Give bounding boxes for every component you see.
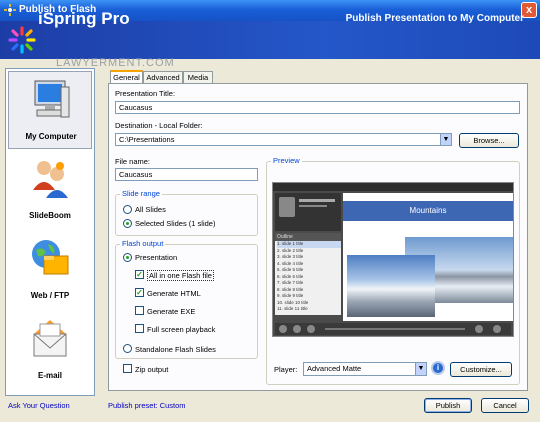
zip-output-label: Zip output [135, 365, 169, 374]
browse-button[interactable]: Browse... [459, 133, 519, 148]
fullscreen-icon[interactable] [493, 325, 501, 333]
slide-title: Mountains [409, 206, 447, 215]
generate-html-checkbox[interactable]: ✓ [135, 288, 144, 297]
cancel-button[interactable]: Cancel [481, 398, 529, 413]
destination-select[interactable]: C:\Presentations ▼ [115, 133, 452, 146]
player-preview: Outline 1. slide 1 title 2. slide 2 titl… [272, 182, 514, 337]
slide-range-title: Slide range [120, 189, 162, 198]
fullscreen-label: Full screen playback [147, 325, 216, 334]
tab-media[interactable]: Media [183, 71, 213, 83]
file-name-label: File name: [115, 157, 151, 166]
all-slides-radio[interactable] [123, 205, 132, 214]
selected-slides-radio[interactable] [123, 219, 132, 228]
nav-my-computer[interactable]: My Computer [8, 71, 92, 149]
nav-label: My Computer [25, 132, 77, 141]
standalone-label: Standalone Flash Slides [135, 345, 216, 354]
presenter-info-lines [299, 199, 335, 202]
presenter-info-line-2 [299, 205, 327, 207]
publish-target-panel: My Computer SlideBoom Web / FTP E-mail [5, 68, 95, 396]
destination-label: Destination - Local Folder: [115, 121, 203, 130]
next-icon[interactable] [307, 325, 315, 333]
outline-header: Outline [275, 233, 341, 241]
brand-name: iSpring Pro [38, 9, 130, 28]
info-icon[interactable]: i [431, 361, 445, 375]
ispring-logo-icon [8, 26, 36, 54]
slide-area: Mountains [343, 193, 513, 321]
tab-advanced[interactable]: Advanced [143, 71, 183, 83]
preview-titlebar [273, 183, 513, 191]
chevron-down-icon[interactable]: ▼ [440, 134, 451, 145]
app-icon [4, 4, 16, 16]
list-item[interactable]: 11. slide 11 title [277, 306, 341, 313]
presentation-radio[interactable] [123, 253, 132, 262]
player-label: Player: [274, 365, 298, 374]
envelope-icon [30, 316, 70, 364]
destination-value: C:\Presentations [119, 135, 175, 144]
seek-bar[interactable] [325, 328, 465, 330]
publish-button[interactable]: Publish [424, 398, 472, 413]
close-icon: x [525, 4, 533, 16]
tab-general[interactable]: General [110, 70, 143, 83]
selected-slides-label: Selected Slides (1 slide) [135, 219, 216, 228]
nav-label: E-mail [37, 371, 62, 380]
generate-html-label: Generate HTML [147, 289, 201, 298]
prev-icon[interactable] [293, 325, 301, 333]
presentation-title-input[interactable]: Caucasus [115, 101, 520, 114]
nav-label: Web / FTP [30, 291, 70, 300]
ask-question-link[interactable]: Ask Your Question [8, 401, 70, 410]
all-in-one-label: All in one Flash file [147, 270, 214, 281]
publish-preset-link[interactable]: Publish preset: Custom [108, 401, 186, 410]
standalone-radio[interactable] [123, 344, 132, 353]
presenter-panel [275, 193, 341, 231]
nav-label: SlideBoom [29, 211, 71, 220]
volume-icon[interactable] [475, 325, 483, 333]
computer-icon [31, 77, 71, 125]
all-slides-label: All Slides [135, 205, 166, 214]
people-icon [30, 156, 70, 204]
player-controls[interactable] [275, 323, 511, 335]
nav-slideboom[interactable]: SlideBoom [8, 151, 92, 229]
zip-output-checkbox[interactable] [123, 364, 132, 373]
outline-list: 1. slide 1 title 2. slide 2 title 3. sli… [275, 241, 341, 315]
nav-email[interactable]: E-mail [8, 311, 92, 389]
play-icon[interactable] [279, 325, 287, 333]
slide-title-banner: Mountains [343, 201, 513, 221]
header-subtitle: Publish Presentation to My Computer [345, 13, 524, 24]
player-value: Advanced Matte [307, 364, 362, 373]
slide-range-group [115, 194, 258, 236]
presentation-title-label: Presentation Title: [115, 89, 176, 98]
generate-exe-checkbox[interactable] [135, 306, 144, 315]
generate-exe-label: Generate EXE [147, 307, 196, 316]
fullscreen-checkbox[interactable] [135, 324, 144, 333]
customize-button[interactable]: Customize... [450, 362, 512, 377]
nav-web-ftp[interactable]: Web / FTP [8, 231, 92, 309]
mountain-photo-left [347, 255, 435, 317]
avatar [279, 197, 295, 217]
globe-folder-icon [30, 236, 70, 284]
flash-output-title: Flash output [120, 239, 166, 248]
presentation-label: Presentation [135, 253, 178, 262]
chevron-down-icon[interactable]: ▼ [415, 363, 426, 375]
preview-title: Preview [271, 156, 302, 165]
outline-label: Outline [277, 234, 293, 240]
file-name-input[interactable]: Caucasus [115, 168, 258, 181]
all-in-one-checkbox[interactable]: ✓ [135, 270, 144, 279]
player-select[interactable]: Advanced Matte ▼ [303, 362, 427, 376]
